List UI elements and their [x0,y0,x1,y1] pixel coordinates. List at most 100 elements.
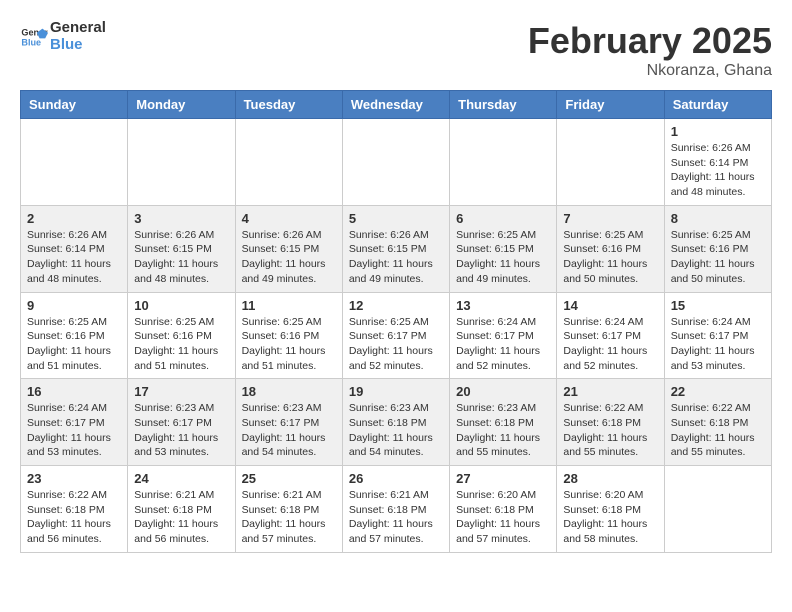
day-info: Sunrise: 6:25 AM Sunset: 6:16 PM Dayligh… [27,315,121,374]
calendar-cell: 6 Sunrise: 6:25 AM Sunset: 6:15 PM Daylig… [450,205,557,292]
col-saturday: Saturday [664,91,771,119]
day-info: Sunrise: 6:23 AM Sunset: 6:18 PM Dayligh… [349,401,443,460]
day-number: 24 [134,471,228,486]
day-info: Sunrise: 6:23 AM Sunset: 6:17 PM Dayligh… [134,401,228,460]
day-number: 7 [563,211,657,226]
calendar-cell: 5 Sunrise: 6:26 AM Sunset: 6:15 PM Daylig… [342,205,449,292]
col-tuesday: Tuesday [235,91,342,119]
day-number: 4 [242,211,336,226]
day-number: 2 [27,211,121,226]
col-wednesday: Wednesday [342,91,449,119]
day-number: 13 [456,298,550,313]
day-number: 11 [242,298,336,313]
calendar-week-row: 16Sunrise: 6:24 AM Sunset: 6:17 PM Dayli… [21,379,772,466]
calendar-cell [128,119,235,206]
calendar-cell: 15Sunrise: 6:24 AM Sunset: 6:17 PM Dayli… [664,292,771,379]
day-number: 12 [349,298,443,313]
day-number: 8 [671,211,765,226]
col-monday: Monday [128,91,235,119]
day-info: Sunrise: 6:26 AM Sunset: 6:15 PM Dayligh… [349,228,443,287]
day-number: 17 [134,384,228,399]
calendar-cell: 3Sunrise: 6:26 AM Sunset: 6:15 PM Daylig… [128,205,235,292]
col-friday: Friday [557,91,664,119]
day-info: Sunrise: 6:20 AM Sunset: 6:18 PM Dayligh… [456,488,550,547]
calendar-cell: 20 Sunrise: 6:23 AM Sunset: 6:18 PM Dayli… [450,379,557,466]
calendar-cell: 19 Sunrise: 6:23 AM Sunset: 6:18 PM Dayli… [342,379,449,466]
calendar-cell: 23 Sunrise: 6:22 AM Sunset: 6:18 PM Dayli… [21,466,128,553]
location: Nkoranza, Ghana [528,62,772,80]
day-info: Sunrise: 6:24 AM Sunset: 6:17 PM Dayligh… [671,315,765,374]
day-info: Sunrise: 6:21 AM Sunset: 6:18 PM Dayligh… [134,488,228,547]
day-number: 19 [349,384,443,399]
calendar-cell: 14 Sunrise: 6:24 AM Sunset: 6:17 PM Dayli… [557,292,664,379]
day-info: Sunrise: 6:25 AM Sunset: 6:16 PM Dayligh… [134,315,228,374]
calendar-cell: 25 Sunrise: 6:21 AM Sunset: 6:18 PM Dayli… [235,466,342,553]
logo-blue: Blue [50,37,106,54]
calendar-cell: 12 Sunrise: 6:25 AM Sunset: 6:17 PM Dayli… [342,292,449,379]
day-number: 26 [349,471,443,486]
calendar-cell: 13 Sunrise: 6:24 AM Sunset: 6:17 PM Dayli… [450,292,557,379]
day-number: 3 [134,211,228,226]
calendar-cell: 17 Sunrise: 6:23 AM Sunset: 6:17 PM Dayli… [128,379,235,466]
day-number: 1 [671,124,765,139]
day-info: Sunrise: 6:21 AM Sunset: 6:18 PM Dayligh… [242,488,336,547]
day-info: Sunrise: 6:26 AM Sunset: 6:14 PM Dayligh… [27,228,121,287]
calendar-cell: 11 Sunrise: 6:25 AM Sunset: 6:16 PM Dayli… [235,292,342,379]
calendar-cell: 26 Sunrise: 6:21 AM Sunset: 6:18 PM Dayli… [342,466,449,553]
calendar-cell: 21 Sunrise: 6:22 AM Sunset: 6:18 PM Dayli… [557,379,664,466]
day-info: Sunrise: 6:23 AM Sunset: 6:17 PM Dayligh… [242,401,336,460]
calendar-cell [342,119,449,206]
day-number: 14 [563,298,657,313]
month-year: February 2025 [528,20,772,62]
day-info: Sunrise: 6:25 AM Sunset: 6:16 PM Dayligh… [242,315,336,374]
month-title: February 2025 Nkoranza, Ghana [528,20,772,80]
day-info: Sunrise: 6:26 AM Sunset: 6:14 PM Dayligh… [671,141,765,200]
day-number: 21 [563,384,657,399]
calendar-cell: 2 Sunrise: 6:26 AM Sunset: 6:14 PM Daylig… [21,205,128,292]
calendar-cell: 10 Sunrise: 6:25 AM Sunset: 6:16 PM Dayli… [128,292,235,379]
day-info: Sunrise: 6:25 AM Sunset: 6:17 PM Dayligh… [349,315,443,374]
calendar-cell: 22 Sunrise: 6:22 AM Sunset: 6:18 PM Dayli… [664,379,771,466]
day-number: 5 [349,211,443,226]
day-info: Sunrise: 6:20 AM Sunset: 6:18 PM Dayligh… [563,488,657,547]
day-number: 18 [242,384,336,399]
calendar-cell [450,119,557,206]
day-number: 25 [242,471,336,486]
day-info: Sunrise: 6:25 AM Sunset: 6:16 PM Dayligh… [671,228,765,287]
day-number: 27 [456,471,550,486]
day-number: 6 [456,211,550,226]
col-thursday: Thursday [450,91,557,119]
calendar-cell: 18 Sunrise: 6:23 AM Sunset: 6:17 PM Dayli… [235,379,342,466]
svg-text:Blue: Blue [21,37,41,47]
day-info: Sunrise: 6:25 AM Sunset: 6:16 PM Dayligh… [563,228,657,287]
logo: General Blue General Blue [20,20,106,53]
calendar-cell [664,466,771,553]
day-number: 10 [134,298,228,313]
day-number: 22 [671,384,765,399]
calendar-cell: 8 Sunrise: 6:25 AM Sunset: 6:16 PM Daylig… [664,205,771,292]
calendar-cell [235,119,342,206]
day-info: Sunrise: 6:22 AM Sunset: 6:18 PM Dayligh… [27,488,121,547]
day-number: 9 [27,298,121,313]
calendar-week-row: 23 Sunrise: 6:22 AM Sunset: 6:18 PM Dayli… [21,466,772,553]
calendar-week-row: 9 Sunrise: 6:25 AM Sunset: 6:16 PM Daylig… [21,292,772,379]
day-number: 23 [27,471,121,486]
day-info: Sunrise: 6:25 AM Sunset: 6:15 PM Dayligh… [456,228,550,287]
day-info: Sunrise: 6:23 AM Sunset: 6:18 PM Dayligh… [456,401,550,460]
logo-icon: General Blue [20,23,48,51]
day-info: Sunrise: 6:26 AM Sunset: 6:15 PM Dayligh… [242,228,336,287]
day-info: Sunrise: 6:24 AM Sunset: 6:17 PM Dayligh… [456,315,550,374]
day-info: Sunrise: 6:21 AM Sunset: 6:18 PM Dayligh… [349,488,443,547]
calendar-cell: 7 Sunrise: 6:25 AM Sunset: 6:16 PM Daylig… [557,205,664,292]
calendar-week-row: 2 Sunrise: 6:26 AM Sunset: 6:14 PM Daylig… [21,205,772,292]
calendar-cell: 27 Sunrise: 6:20 AM Sunset: 6:18 PM Dayli… [450,466,557,553]
calendar-cell [21,119,128,206]
day-number: 16 [27,384,121,399]
col-sunday: Sunday [21,91,128,119]
day-info: Sunrise: 6:24 AM Sunset: 6:17 PM Dayligh… [563,315,657,374]
day-number: 20 [456,384,550,399]
day-info: Sunrise: 6:22 AM Sunset: 6:18 PM Dayligh… [671,401,765,460]
day-info: Sunrise: 6:22 AM Sunset: 6:18 PM Dayligh… [563,401,657,460]
calendar-week-row: 1 Sunrise: 6:26 AM Sunset: 6:14 PM Daylig… [21,119,772,206]
calendar-table: Sunday Monday Tuesday Wednesday Thursday… [20,90,772,553]
